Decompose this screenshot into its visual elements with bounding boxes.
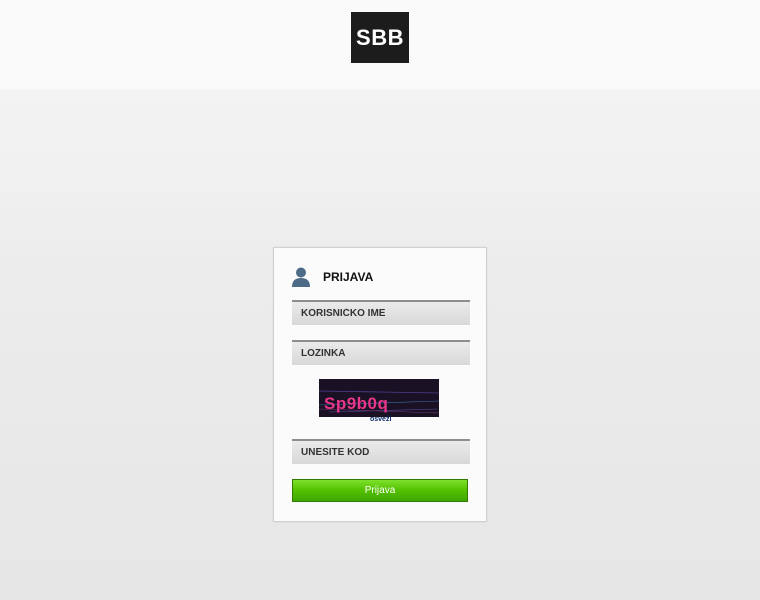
captcha-code-input[interactable]	[292, 439, 470, 464]
login-header: PRIJAVA	[292, 266, 373, 288]
password-input[interactable]	[292, 340, 470, 365]
sbb-logo: SBB	[351, 12, 409, 63]
login-panel: PRIJAVA Sp9b0q osveži Prijava	[273, 247, 487, 522]
login-button[interactable]: Prijava	[292, 479, 468, 502]
user-icon	[292, 267, 310, 287]
login-title: PRIJAVA	[323, 270, 374, 284]
captcha-image: Sp9b0q	[319, 379, 439, 417]
captcha-text: Sp9b0q	[324, 394, 388, 413]
username-input[interactable]	[292, 300, 470, 325]
refresh-captcha-link[interactable]: osveži	[370, 416, 391, 423]
